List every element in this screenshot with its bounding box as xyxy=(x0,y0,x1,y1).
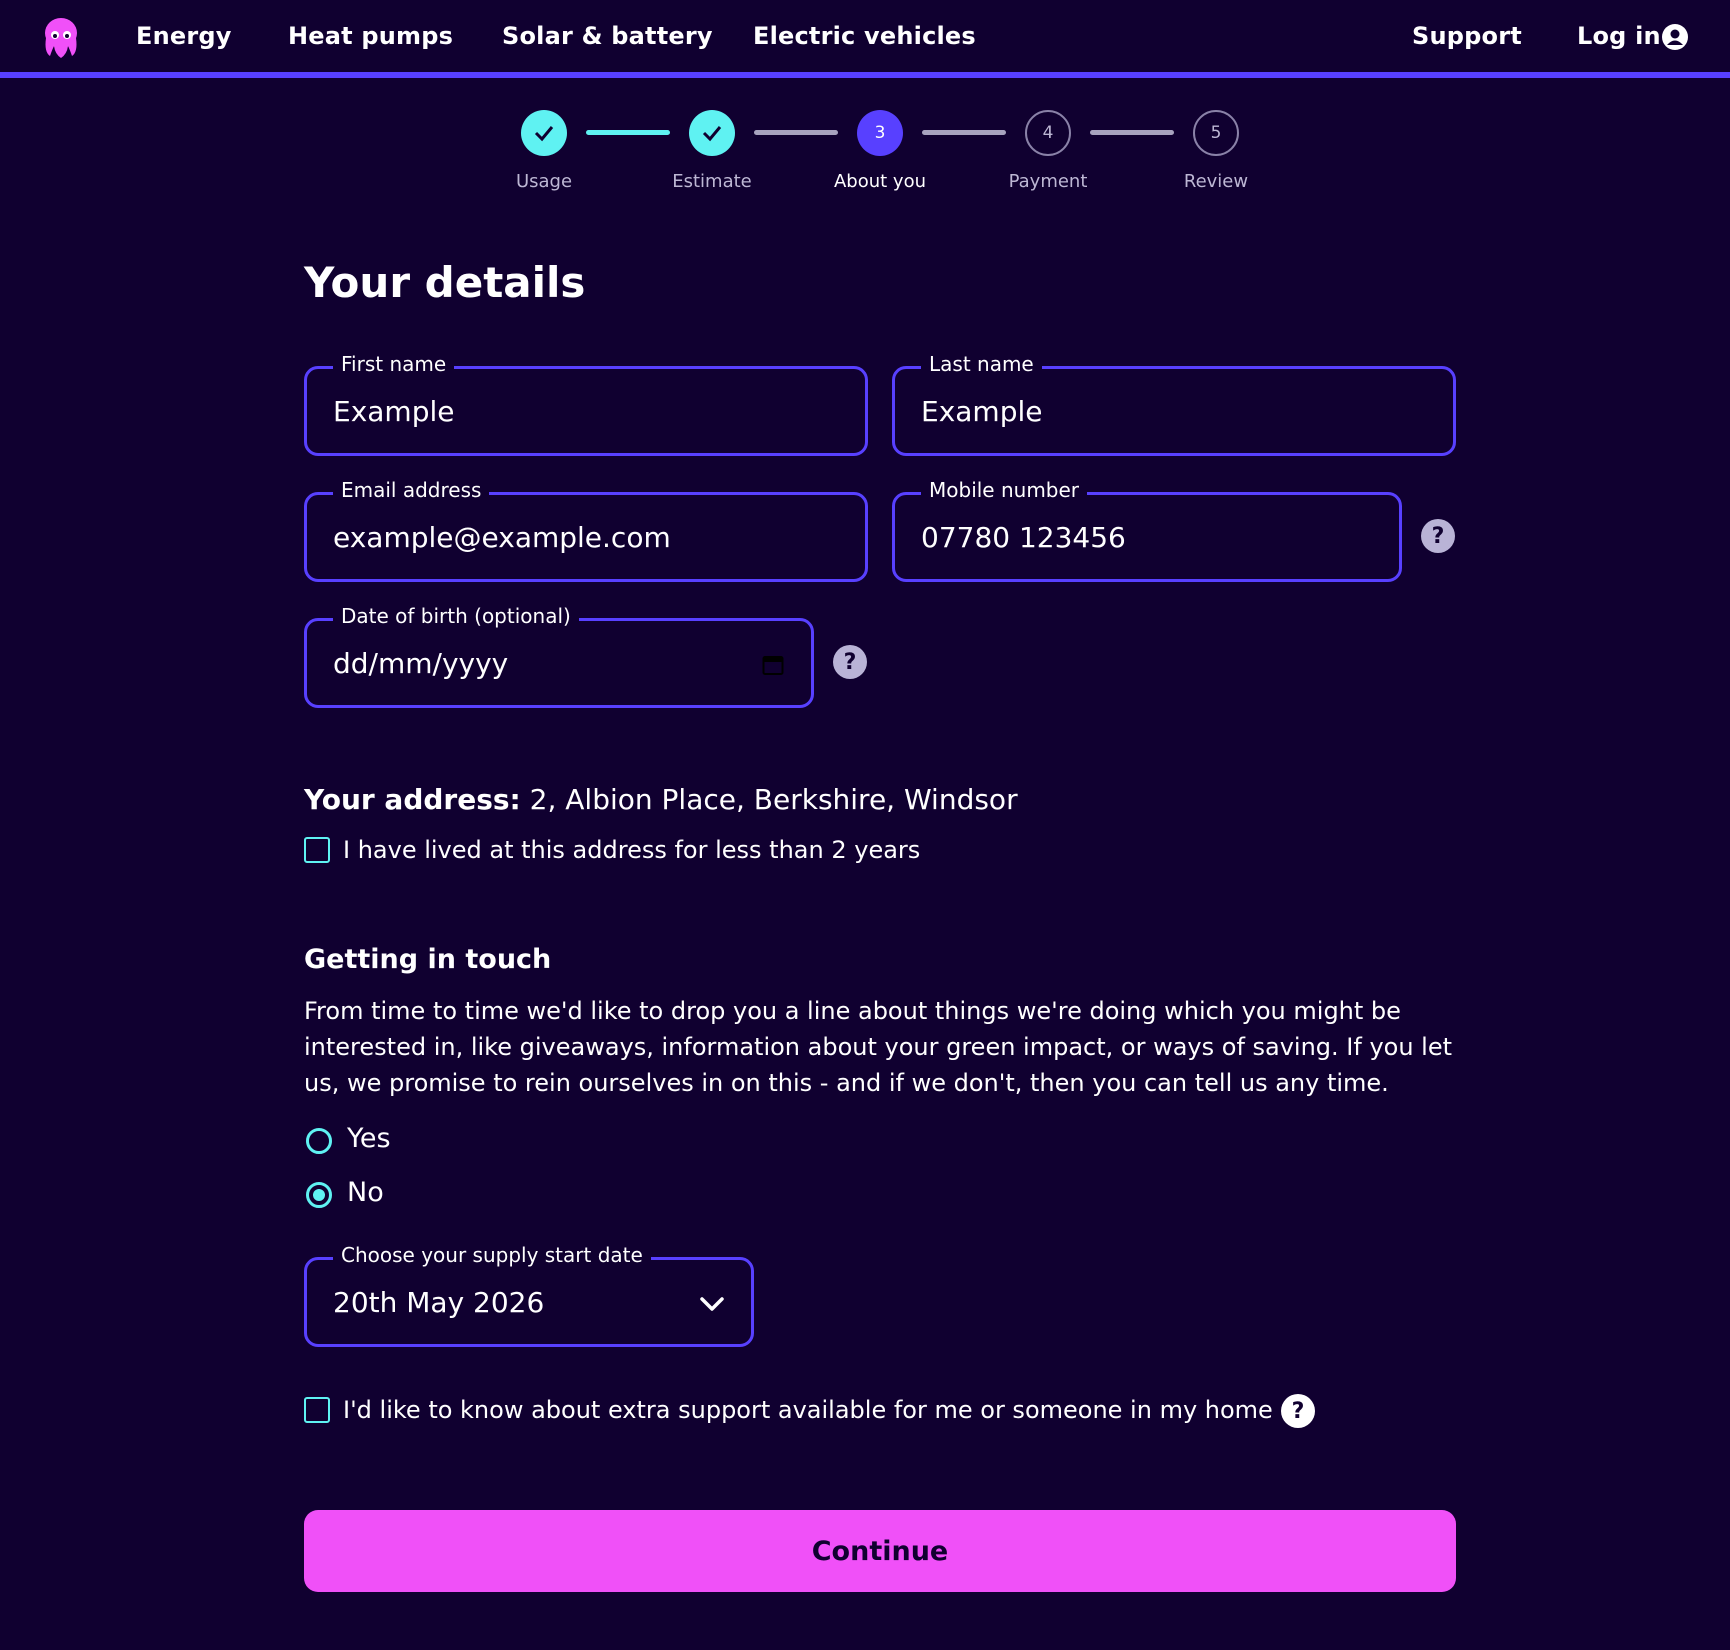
step-label-review: Review xyxy=(1183,171,1249,192)
extra-support-help-icon[interactable]: ? xyxy=(1281,1394,1315,1428)
octopus-logo-icon[interactable] xyxy=(40,16,82,60)
address-value: 2, Albion Place, Berkshire, Windsor xyxy=(529,783,1018,816)
date-of-birth-label: Date of birth (optional) xyxy=(333,604,579,628)
login-link[interactable]: Log in xyxy=(1577,22,1661,50)
step-about-you-circle: 3 xyxy=(857,110,903,156)
contact-no-radio[interactable] xyxy=(306,1182,332,1208)
dob-help-icon[interactable]: ? xyxy=(833,645,867,679)
step-payment-circle: 4 xyxy=(1025,110,1071,156)
contact-yes-label[interactable]: Yes xyxy=(347,1123,391,1154)
lived-less-than-2-years-checkbox[interactable] xyxy=(304,837,330,863)
calendar-icon[interactable] xyxy=(762,654,784,676)
email-label: Email address xyxy=(333,478,490,502)
extra-support-label[interactable]: I'd like to know about extra support ava… xyxy=(343,1396,1273,1424)
step-label-estimate: Estimate xyxy=(672,171,752,192)
address-line: Your address: 2, Albion Place, Berkshire… xyxy=(304,783,1018,816)
first-name-value[interactable]: Example xyxy=(333,395,454,428)
user-icon[interactable] xyxy=(1662,24,1688,50)
email-value[interactable]: example@example.com xyxy=(333,521,671,554)
step-connector xyxy=(754,130,838,135)
check-icon xyxy=(702,126,722,142)
date-of-birth-placeholder[interactable]: dd/mm/yyyy xyxy=(333,647,508,680)
step-label-about-you: About you xyxy=(833,171,926,192)
last-name-field[interactable]: Last name Example xyxy=(892,352,1456,456)
page-title: Your details xyxy=(304,258,586,307)
chevron-down-icon[interactable] xyxy=(697,1292,727,1316)
last-name-value[interactable]: Example xyxy=(921,395,1042,428)
contact-yes-radio[interactable] xyxy=(306,1128,332,1154)
getting-in-touch-text: From time to time we'd like to drop you … xyxy=(304,997,1453,1097)
address-label: Your address: xyxy=(304,783,521,816)
mobile-number-value[interactable]: 07780 123456 xyxy=(921,521,1126,554)
step-estimate-circle xyxy=(689,110,735,156)
step-connector xyxy=(922,130,1006,135)
mobile-number-label: Mobile number xyxy=(921,478,1088,502)
nav-link-solar-battery[interactable]: Solar & battery xyxy=(502,22,713,50)
nav-link-electric-vehicles[interactable]: Electric vehicles xyxy=(753,22,976,50)
step-connector xyxy=(1090,130,1174,135)
nav-link-heat-pumps[interactable]: Heat pumps xyxy=(288,22,453,50)
step-connector xyxy=(586,130,670,135)
step-usage-circle xyxy=(521,110,567,156)
mobile-number-field[interactable]: Mobile number 07780 123456 xyxy=(892,478,1402,582)
getting-in-touch-heading: Getting in touch xyxy=(304,944,552,975)
check-icon xyxy=(534,126,554,142)
page: Energy Heat pumps Solar & battery Electr… xyxy=(0,0,1730,1650)
first-name-field[interactable]: First name Example xyxy=(304,352,868,456)
continue-button[interactable]: Continue xyxy=(304,1510,1456,1592)
top-nav: Energy Heat pumps Solar & battery Electr… xyxy=(0,0,1730,78)
lived-less-than-2-years-label[interactable]: I have lived at this address for less th… xyxy=(343,836,920,864)
extra-support-checkbox[interactable] xyxy=(304,1397,330,1423)
supply-start-date-select[interactable]: Choose your supply start date 20th May 2… xyxy=(304,1243,754,1347)
last-name-label: Last name xyxy=(921,352,1042,376)
mobile-help-icon[interactable]: ? xyxy=(1421,519,1455,553)
supply-start-date-value[interactable]: 20th May 2026 xyxy=(333,1286,544,1319)
step-label-payment: Payment xyxy=(1008,171,1088,192)
supply-start-date-label: Choose your supply start date xyxy=(333,1243,651,1267)
date-of-birth-field[interactable]: Date of birth (optional) dd/mm/yyyy xyxy=(304,604,814,708)
first-name-label: First name xyxy=(333,352,455,376)
contact-no-label[interactable]: No xyxy=(347,1177,384,1208)
step-label-usage: Usage xyxy=(515,171,573,192)
nav-link-support[interactable]: Support xyxy=(1412,22,1522,50)
step-review-circle: 5 xyxy=(1193,110,1239,156)
nav-link-energy[interactable]: Energy xyxy=(136,22,232,50)
email-field[interactable]: Email address example@example.com xyxy=(304,478,868,582)
